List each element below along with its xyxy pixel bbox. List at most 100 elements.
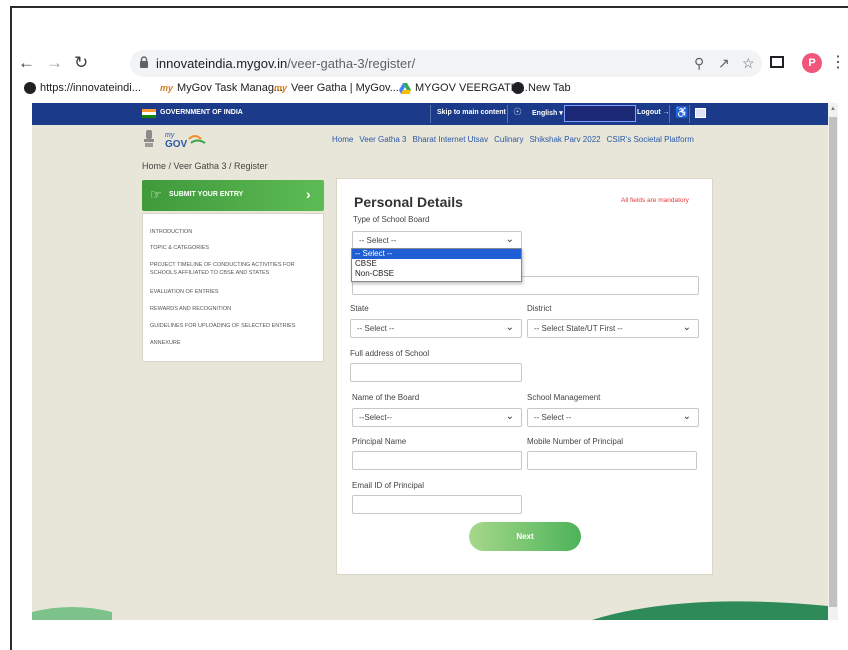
nav-item-veer-gatha-3[interactable]: Veer Gatha 3 bbox=[359, 135, 406, 144]
school-board-dropdown-list: -- Select -- CBSE Non-CBSE bbox=[351, 248, 522, 282]
language-selector[interactable]: English ▾ bbox=[532, 109, 563, 117]
submit-entry-label: SUBMIT YOUR ENTRY bbox=[169, 191, 244, 198]
principal-mobile-input[interactable] bbox=[527, 451, 697, 470]
breadcrumb[interactable]: Home / Veer Gatha 3 / Register bbox=[142, 161, 268, 171]
board-name-select[interactable]: --Select-- ⌄ bbox=[352, 408, 522, 427]
divider bbox=[507, 105, 508, 123]
language-globe-icon: ☉ bbox=[513, 107, 522, 118]
redacted-user-name bbox=[564, 105, 636, 122]
main-navigation: Home Veer Gatha 3 Bharat Internet Utsav … bbox=[332, 135, 694, 144]
mygov-logo[interactable]: my GOV bbox=[165, 129, 225, 151]
bookmark-label: https://innovateindi... bbox=[40, 82, 141, 94]
mandatory-note: All fields are mandatory bbox=[621, 197, 689, 204]
bookmark-item[interactable]: MYGOV VEERGATH... bbox=[399, 82, 528, 94]
state-select[interactable]: -- Select -- ⌄ bbox=[350, 319, 522, 338]
sidebar-item-rewards[interactable]: REWARDS AND RECOGNITION bbox=[150, 305, 318, 313]
divider bbox=[430, 105, 431, 123]
menu-kebab-icon[interactable]: ⋮ bbox=[830, 52, 846, 72]
principal-name-input[interactable] bbox=[352, 451, 522, 470]
page-scrollbar[interactable]: ▲ bbox=[828, 103, 838, 620]
google-drive-icon bbox=[399, 82, 411, 94]
website-viewport: GOVERNMENT OF INDIA Skip to main content… bbox=[32, 103, 828, 620]
principal-name-label: Principal Name bbox=[352, 437, 407, 446]
bookmark-item[interactable]: New Tab bbox=[512, 82, 571, 94]
sidebar-item-topic-categories[interactable]: TOPIC & CATEGORIES bbox=[150, 244, 318, 252]
sidebar-item-guidelines[interactable]: GUIDELINES FOR UPLOADING OF SELECTED ENT… bbox=[150, 322, 318, 330]
bookmark-item[interactable]: https://innovateindi... bbox=[24, 82, 141, 94]
globe-icon bbox=[24, 82, 36, 94]
submit-entry-button[interactable]: ☞ SUBMIT YOUR ENTRY › bbox=[142, 180, 324, 211]
svg-text:GOV: GOV bbox=[165, 139, 188, 150]
accessibility-icon[interactable]: ♿ bbox=[675, 106, 689, 119]
district-select[interactable]: -- Select State/UT First -- ⌄ bbox=[527, 319, 699, 338]
state-label: State bbox=[350, 304, 369, 313]
bookmark-label: Veer Gatha | MyGov... bbox=[291, 82, 399, 94]
logout-link[interactable]: Logout → bbox=[637, 109, 670, 116]
chevron-right-icon: › bbox=[306, 186, 311, 202]
footer-wave-decoration bbox=[32, 601, 828, 620]
address-input[interactable] bbox=[350, 363, 522, 382]
personal-details-form: Personal Details All fields are mandator… bbox=[336, 178, 713, 575]
back-arrow-icon[interactable]: ← bbox=[18, 54, 35, 72]
principal-mobile-label: Mobile Number of Principal bbox=[527, 437, 624, 446]
chevron-down-icon: ⌄ bbox=[682, 411, 691, 422]
bookmark-item[interactable]: my MyGov Task Manag... bbox=[160, 82, 283, 94]
bookmark-label: MyGov Task Manag... bbox=[177, 82, 284, 94]
board-name-label: Name of the Board bbox=[352, 393, 420, 402]
dropdown-option-cbse[interactable]: CBSE bbox=[352, 259, 521, 269]
management-value: -- Select -- bbox=[534, 413, 572, 422]
reload-icon[interactable]: ↻ bbox=[74, 54, 88, 72]
government-bar: GOVERNMENT OF INDIA Skip to main content… bbox=[32, 103, 828, 125]
scrollbar-thumb[interactable] bbox=[829, 117, 837, 607]
lock-icon bbox=[140, 56, 148, 68]
board-name-value: --Select-- bbox=[359, 413, 392, 422]
sidebar-item-annexure[interactable]: ANNEXURE bbox=[150, 339, 318, 347]
mygov-icon: my bbox=[274, 83, 288, 93]
url-domain: innovateindia.mygov.in bbox=[156, 56, 288, 71]
chevron-down-icon: ⌄ bbox=[682, 322, 691, 333]
skip-to-content-link[interactable]: Skip to main content bbox=[437, 109, 506, 116]
nav-item-shikshak-parv[interactable]: Shikshak Parv 2022 bbox=[529, 135, 600, 144]
bookmark-item[interactable]: my Veer Gatha | MyGov... bbox=[274, 82, 399, 94]
address-label: Full address of School bbox=[350, 349, 430, 358]
next-button[interactable]: Next bbox=[469, 522, 581, 551]
sitemap-icon[interactable] bbox=[695, 108, 706, 118]
india-flag-icon bbox=[142, 109, 156, 118]
address-bar[interactable]: innovateindia.mygov.in/veer-gatha-3/regi… bbox=[130, 50, 762, 77]
nav-item-bharat-internet-utsav[interactable]: Bharat Internet Utsav bbox=[413, 135, 489, 144]
form-title: Personal Details bbox=[354, 194, 463, 210]
sidebar-item-introduction[interactable]: INTRODUCTION bbox=[150, 228, 318, 236]
management-select[interactable]: -- Select -- ⌄ bbox=[527, 408, 699, 427]
nav-item-csir-platform[interactable]: CSIR's Societal Platform bbox=[607, 135, 694, 144]
profile-avatar[interactable]: P bbox=[802, 53, 822, 73]
scroll-up-arrow-icon[interactable]: ▲ bbox=[830, 106, 836, 112]
zoom-search-icon[interactable]: ⚲ bbox=[694, 55, 704, 72]
district-value: -- Select State/UT First -- bbox=[534, 324, 623, 333]
government-title: GOVERNMENT OF INDIA bbox=[160, 109, 243, 116]
bookmarks-bar: https://innovateindi... my MyGov Task Ma… bbox=[24, 82, 834, 100]
share-icon[interactable]: ↗ bbox=[718, 55, 730, 72]
principal-email-label: Email ID of Principal bbox=[352, 481, 425, 490]
chevron-down-icon: ⌄ bbox=[505, 411, 514, 422]
bookmark-label: MYGOV VEERGATH... bbox=[415, 82, 528, 94]
pointing-hand-icon: ☞ bbox=[150, 187, 162, 202]
nav-item-culinary[interactable]: Culinary bbox=[494, 135, 523, 144]
site-header: my GOV Home Veer Gatha 3 Bharat Internet… bbox=[32, 125, 828, 155]
url-text: innovateindia.mygov.in/veer-gatha-3/regi… bbox=[156, 56, 415, 71]
forward-arrow-icon[interactable]: → bbox=[46, 54, 63, 72]
sidebar-menu: INTRODUCTION TOPIC & CATEGORIES PROJECT … bbox=[142, 213, 324, 362]
principal-email-input[interactable] bbox=[352, 495, 522, 514]
nav-item-home[interactable]: Home bbox=[332, 135, 353, 144]
sidebar-item-evaluation[interactable]: EVALUATION OF ENTRIES bbox=[150, 288, 318, 296]
bookmark-star-icon[interactable]: ☆ bbox=[742, 55, 755, 72]
divider bbox=[669, 105, 670, 123]
chevron-down-icon: ⌄ bbox=[505, 322, 514, 333]
state-value: -- Select -- bbox=[357, 324, 395, 333]
side-panel-icon[interactable] bbox=[770, 56, 784, 68]
divider bbox=[689, 105, 690, 123]
dropdown-option-non-cbse[interactable]: Non-CBSE bbox=[352, 269, 521, 279]
dropdown-option-select[interactable]: -- Select -- bbox=[352, 249, 521, 259]
chevron-down-icon: ⌄ bbox=[505, 234, 514, 245]
sidebar-item-project-timeline[interactable]: PROJECT TIMELINE OF CONDUCTING ACTIVITIE… bbox=[150, 261, 318, 277]
url-path: /veer-gatha-3/register/ bbox=[287, 56, 416, 71]
